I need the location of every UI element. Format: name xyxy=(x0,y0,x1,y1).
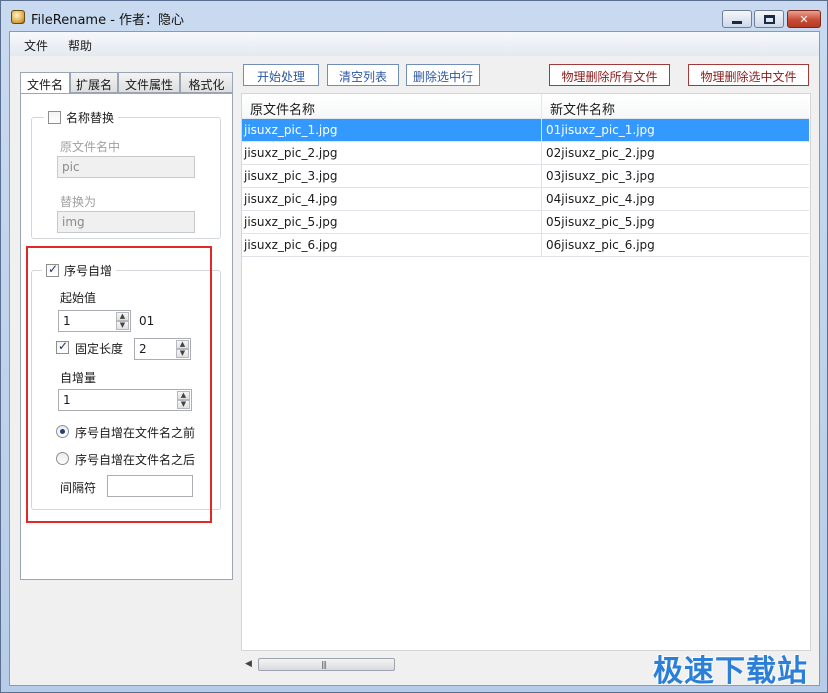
app-window: FileRename - 作者：隐心 ✕ 文件 帮助 文件名 扩展名 文件属性 … xyxy=(0,0,828,693)
new-name-cell: 05jisuxz_pic_5.jpg xyxy=(546,215,655,229)
list-header: 原文件名称 新文件名称 xyxy=(242,94,809,119)
new-name-cell: 01jisuxz_pic_1.jpg xyxy=(546,123,655,137)
maximize-icon xyxy=(763,14,775,24)
find-label: 原文件名中 xyxy=(60,140,121,154)
minimize-button[interactable] xyxy=(722,10,752,28)
title-bar[interactable]: FileRename - 作者：隐心 ✕ xyxy=(1,1,827,31)
find-input[interactable]: pic xyxy=(57,156,195,178)
column-new-name[interactable]: 新文件名称 xyxy=(542,94,809,119)
name-replace-checkbox[interactable] xyxy=(48,111,61,124)
window-title: FileRename - 作者：隐心 xyxy=(31,13,185,28)
tab-format[interactable]: 格式化 xyxy=(180,72,233,93)
table-row[interactable]: jisuxz_pic_3.jpg 03jisuxz_pic_3.jpg xyxy=(242,165,809,188)
minimize-icon xyxy=(732,20,742,24)
remove-selected-rows-button[interactable]: 删除选中行 xyxy=(406,64,480,86)
watermark-logo: 极速下载站 xyxy=(653,654,808,689)
original-name-cell: jisuxz_pic_3.jpg xyxy=(244,169,338,183)
start-button[interactable]: 开始处理 xyxy=(243,64,319,86)
original-name-cell: jisuxz_pic_4.jpg xyxy=(244,192,338,206)
name-replace-legend: 名称替换 xyxy=(44,109,119,126)
name-replace-group: 名称替换 原文件名中 pic 替换为 img xyxy=(31,109,221,239)
column-divider xyxy=(541,119,542,257)
table-row[interactable]: jisuxz_pic_1.jpg 01jisuxz_pic_1.jpg xyxy=(242,119,809,142)
original-name-cell: jisuxz_pic_5.jpg xyxy=(244,215,338,229)
grip-icon: ||| xyxy=(321,660,327,669)
name-replace-label: 名称替换 xyxy=(66,111,115,125)
new-name-cell: 04jisuxz_pic_4.jpg xyxy=(546,192,655,206)
table-row[interactable]: jisuxz_pic_6.jpg 06jisuxz_pic_6.jpg xyxy=(242,234,809,257)
table-row[interactable]: jisuxz_pic_2.jpg 02jisuxz_pic_2.jpg xyxy=(242,142,809,165)
new-name-cell: 02jisuxz_pic_2.jpg xyxy=(546,146,655,160)
tab-extension[interactable]: 扩展名 xyxy=(70,72,118,93)
clear-list-button[interactable]: 清空列表 xyxy=(327,64,399,86)
table-row[interactable]: jisuxz_pic_4.jpg 04jisuxz_pic_4.jpg xyxy=(242,188,809,211)
menu-help[interactable]: 帮助 xyxy=(68,37,92,54)
file-list[interactable]: 原文件名称 新文件名称 jisuxz_pic_1.jpg 01jisuxz_pic… xyxy=(241,93,811,651)
column-original-name[interactable]: 原文件名称 xyxy=(242,94,542,119)
close-button[interactable]: ✕ xyxy=(787,10,821,28)
new-name-cell: 06jisuxz_pic_6.jpg xyxy=(546,238,655,252)
client-area: 文件 帮助 文件名 扩展名 文件属性 格式化 名称替换 原文件名中 pic 替换… xyxy=(9,31,820,686)
replace-label: 替换为 xyxy=(60,195,97,209)
table-row[interactable]: jisuxz_pic_5.jpg 05jisuxz_pic_5.jpg xyxy=(242,211,809,234)
original-name-cell: jisuxz_pic_6.jpg xyxy=(244,238,338,252)
replace-input[interactable]: img xyxy=(57,211,195,233)
menu-bar: 文件 帮助 xyxy=(10,32,819,56)
delete-all-files-button[interactable]: 物理删除所有文件 xyxy=(549,64,670,86)
scrollbar-thumb[interactable]: ||| xyxy=(258,658,395,671)
menu-file[interactable]: 文件 xyxy=(24,37,48,54)
original-name-cell: jisuxz_pic_1.jpg xyxy=(244,123,338,137)
tab-file-attributes[interactable]: 文件属性 xyxy=(118,72,180,93)
highlight-frame xyxy=(26,246,212,523)
maximize-button[interactable] xyxy=(754,10,784,28)
delete-selected-files-button[interactable]: 物理删除选中文件 xyxy=(688,64,809,86)
app-icon xyxy=(11,10,25,24)
scroll-left-icon[interactable]: ◀ xyxy=(245,659,252,669)
original-name-cell: jisuxz_pic_2.jpg xyxy=(244,146,338,160)
new-name-cell: 03jisuxz_pic_3.jpg xyxy=(546,169,655,183)
tab-filename[interactable]: 文件名 xyxy=(20,72,70,94)
close-icon: ✕ xyxy=(799,12,809,26)
